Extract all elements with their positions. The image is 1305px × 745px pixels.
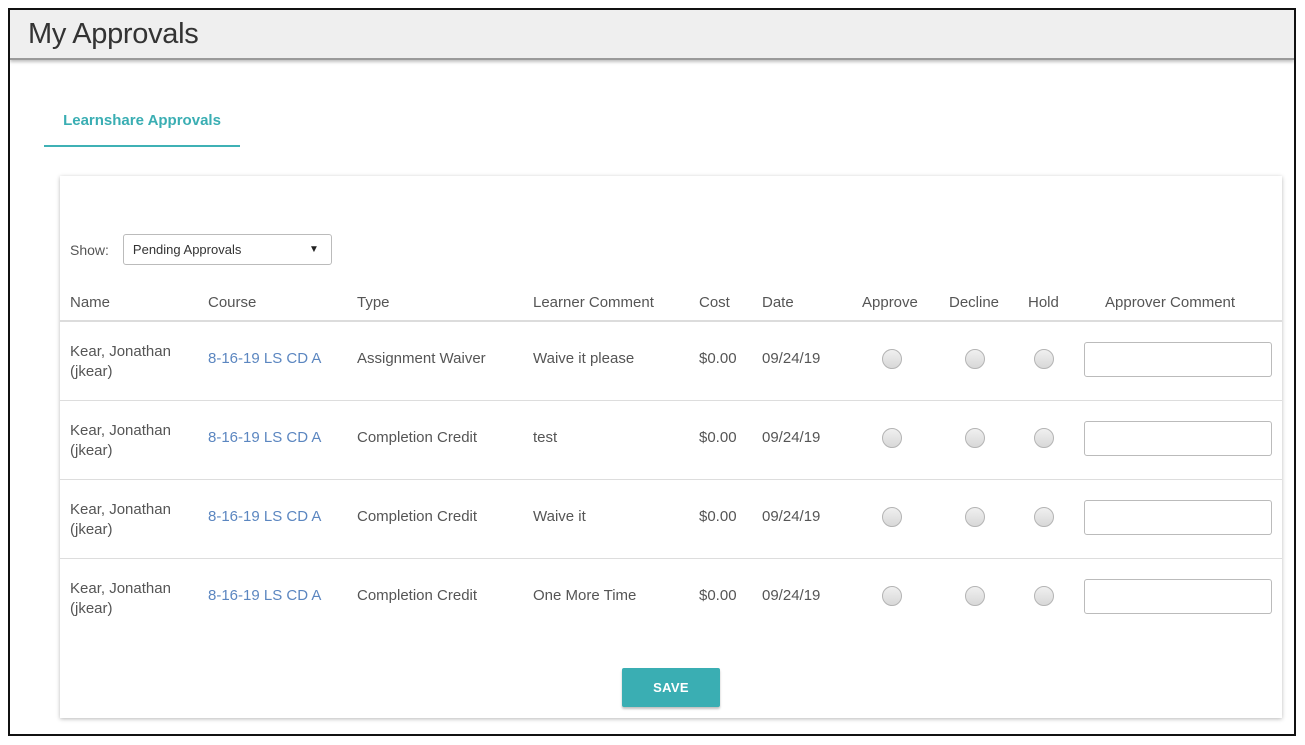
- save-button[interactable]: SAVE: [622, 668, 720, 707]
- cell-date: 09/24/19: [762, 587, 821, 604]
- cell-type: Completion Credit: [357, 587, 478, 604]
- column-header-date: Date: [762, 294, 794, 311]
- column-header-approver-comment: Approver Comment: [1105, 294, 1236, 311]
- approve-radio[interactable]: [882, 586, 902, 606]
- cell-learner-comment: test: [533, 429, 558, 446]
- tab-learnshare-approvals[interactable]: Learnshare Approvals: [44, 110, 240, 147]
- column-header-name: Name: [70, 294, 111, 311]
- cell-learner-comment: Waive it please: [533, 350, 635, 367]
- cell-date: 09/24/19: [762, 429, 821, 446]
- table-row: Kear, Jonathan (jkear) 8-16-19 LS CD A C…: [60, 559, 1282, 638]
- cell-type: Completion Credit: [357, 429, 478, 446]
- cell-name: Kear, Jonathan (jkear): [70, 343, 171, 380]
- hold-radio[interactable]: [1034, 507, 1054, 527]
- column-header-learner-comment: Learner Comment: [533, 294, 654, 311]
- cell-cost: $0.00: [699, 587, 737, 604]
- table-header: Name Course Type Learner Comment Cost Da…: [60, 284, 1282, 322]
- hold-radio[interactable]: [1034, 428, 1054, 448]
- column-header-course: Course: [208, 294, 257, 311]
- approver-comment-input[interactable]: [1084, 342, 1272, 377]
- decline-radio[interactable]: [965, 586, 985, 606]
- approvals-card: Show: Pending Approvals ▼ Name Course Ty…: [60, 176, 1282, 718]
- column-header-cost: Cost: [699, 294, 730, 311]
- column-header-type: Type: [357, 294, 390, 311]
- table-row: Kear, Jonathan (jkear) 8-16-19 LS CD A A…: [60, 322, 1282, 401]
- decline-radio[interactable]: [965, 349, 985, 369]
- decline-radio[interactable]: [965, 507, 985, 527]
- cell-learner-comment: Waive it: [533, 508, 586, 525]
- app-frame: My Approvals Learnshare Approvals Show: …: [8, 8, 1296, 736]
- course-link[interactable]: 8-16-19 LS CD A: [208, 587, 321, 604]
- cell-name: Kear, Jonathan (jkear): [70, 422, 171, 459]
- column-header-approve: Approve: [862, 294, 918, 311]
- approver-comment-input[interactable]: [1084, 500, 1272, 535]
- cell-type: Completion Credit: [357, 508, 478, 525]
- table-row: Kear, Jonathan (jkear) 8-16-19 LS CD A C…: [60, 480, 1282, 559]
- table-row: Kear, Jonathan (jkear) 8-16-19 LS CD A C…: [60, 401, 1282, 480]
- cell-learner-comment: One More Time: [533, 587, 637, 604]
- show-select-value: Pending Approvals: [132, 242, 242, 257]
- cell-cost: $0.00: [699, 508, 737, 525]
- show-label: Show:: [70, 241, 109, 258]
- course-link[interactable]: 8-16-19 LS CD A: [208, 350, 321, 367]
- hold-radio[interactable]: [1034, 349, 1054, 369]
- cell-date: 09/24/19: [762, 508, 821, 525]
- course-link[interactable]: 8-16-19 LS CD A: [208, 508, 321, 525]
- approver-comment-input[interactable]: [1084, 579, 1272, 614]
- tab-label: Learnshare Approvals: [63, 112, 221, 129]
- approve-radio[interactable]: [882, 349, 902, 369]
- cell-date: 09/24/19: [762, 350, 821, 367]
- cell-cost: $0.00: [699, 429, 737, 446]
- chevron-down-icon: ▼: [309, 244, 319, 255]
- cell-cost: $0.00: [699, 350, 737, 367]
- approver-comment-input[interactable]: [1084, 421, 1272, 456]
- column-header-decline: Decline: [949, 294, 1000, 311]
- hold-radio[interactable]: [1034, 586, 1054, 606]
- page-header: My Approvals: [10, 10, 1294, 60]
- decline-radio[interactable]: [965, 428, 985, 448]
- course-link[interactable]: 8-16-19 LS CD A: [208, 429, 321, 446]
- column-header-hold: Hold: [1028, 294, 1059, 311]
- cell-type: Assignment Waiver: [357, 350, 486, 367]
- approve-radio[interactable]: [882, 507, 902, 527]
- page-title: My Approvals: [28, 18, 199, 50]
- cell-name: Kear, Jonathan (jkear): [70, 580, 171, 617]
- show-select[interactable]: Pending Approvals ▼: [122, 234, 332, 265]
- show-filter: Show: Pending Approvals ▼: [70, 234, 332, 265]
- cell-name: Kear, Jonathan (jkear): [70, 501, 171, 538]
- approve-radio[interactable]: [882, 428, 902, 448]
